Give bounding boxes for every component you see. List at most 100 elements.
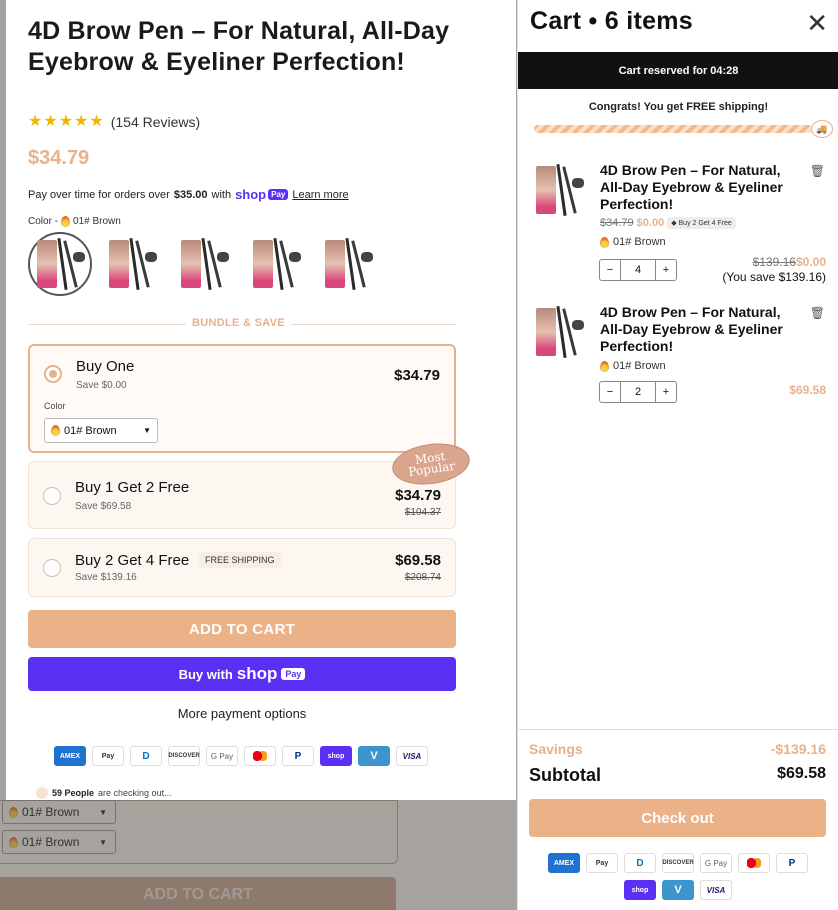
free-shipping-progress: [534, 125, 812, 133]
offer-color-value: 01# Brown: [64, 424, 117, 437]
venmo-icon: V: [662, 880, 694, 900]
offer-radio[interactable]: [43, 559, 61, 577]
installments-with: with: [211, 188, 232, 201]
payment-icons: AMEX Pay D DISCOVER G Pay P: [548, 853, 808, 873]
cart-item-title[interactable]: 4D Brow Pen – For Natural, All-Day Eyebr…: [600, 162, 800, 213]
increase-button[interactable]: +: [656, 264, 676, 276]
cart-item-variant-label: 01# Brown: [613, 360, 666, 372]
mastercard-icon: [738, 853, 770, 873]
payment-icons: shop V VISA: [624, 880, 732, 900]
subtotal-value: $69.58: [777, 765, 826, 782]
offer-save: Save $139.16: [75, 572, 137, 583]
flame-icon: [600, 236, 609, 248]
flame-icon: [600, 360, 609, 372]
learn-more-link[interactable]: Learn more: [292, 189, 348, 201]
product-image: [107, 236, 157, 292]
venmo-icon: V: [358, 746, 390, 766]
product-image: [323, 236, 373, 292]
thumbnail-4[interactable]: [244, 232, 308, 296]
quantity-stepper: − 4 +: [599, 259, 677, 281]
close-icon[interactable]: ✕: [806, 10, 828, 36]
offer-price: $34.79: [394, 367, 440, 384]
offer-color-select[interactable]: 01# Brown ▼: [44, 418, 158, 443]
truck-icon: 🚚: [811, 120, 833, 138]
offer-original-price: $104.37: [404, 507, 441, 518]
add-to-cart-button[interactable]: ADD TO CART: [28, 610, 456, 648]
paypal-icon: P: [776, 853, 808, 873]
star-icon: ★: [58, 113, 74, 130]
checking-count: 59 People: [52, 788, 95, 798]
quantity-value[interactable]: 2: [620, 382, 656, 402]
visa-icon: VISA: [396, 746, 428, 766]
cart-drawer: Cart • 6 items ✕ Cart reserved for 04:28…: [517, 0, 838, 910]
cart-item: 4D Brow Pen – For Natural, All-Day Eyebr…: [518, 162, 838, 287]
product-modal: 4D Brow Pen – For Natural, All-Day Eyebr…: [6, 0, 516, 800]
thumbnail-2[interactable]: [100, 232, 164, 296]
rating: ★ ★ ★ ★ ★ (154 Reviews): [28, 113, 200, 131]
subtotal-label: Subtotal: [529, 765, 601, 785]
cart-item-original-price: $34.79: [600, 217, 634, 229]
bundle-label: BUNDLE & SAVE: [186, 317, 291, 329]
shop-pay-icon: shop: [624, 880, 656, 900]
discover-icon: DISCOVER: [662, 853, 694, 873]
caret-down-icon: ▼: [143, 426, 151, 435]
people-icon: [36, 787, 48, 799]
amex-icon: AMEX: [548, 853, 580, 873]
offer-buy-one[interactable]: Buy One Save $0.00 $34.79 Color 01# Brow…: [28, 344, 456, 453]
shop-pay-logo-pay: Pay: [268, 189, 289, 200]
cart-item-line-total: $139.16$0.00: [753, 255, 826, 269]
diners-icon: D: [624, 853, 656, 873]
shop-pay-logo-text: shop: [235, 187, 267, 202]
buy-with-shop-pay-button[interactable]: Buy with shop Pay: [28, 657, 456, 691]
quantity-value[interactable]: 4: [620, 260, 656, 280]
increase-button[interactable]: +: [656, 386, 676, 398]
thumbnail-3[interactable]: [172, 232, 236, 296]
savings-row: Savings -$139.16: [529, 741, 826, 757]
line-total: $0.00: [795, 255, 826, 269]
decrease-button[interactable]: −: [600, 264, 620, 276]
color-value: 01# Brown: [73, 216, 121, 227]
offer-radio[interactable]: [44, 365, 62, 383]
visa-icon: VISA: [700, 880, 732, 900]
cart-item-image[interactable]: [534, 304, 590, 364]
line-original-total: $139.16: [752, 255, 796, 269]
offer-price: $69.58: [395, 552, 441, 569]
offer-name: Buy 2 Get 4 Free: [75, 552, 190, 569]
shop-logo: shop: [236, 664, 278, 683]
quantity-stepper: − 2 +: [599, 381, 677, 403]
savings-value: -$139.16: [770, 741, 826, 757]
payment-icons: AMEX Pay D DISCOVER G Pay Pshop V VISA: [54, 746, 428, 766]
amex-icon: AMEX: [54, 746, 86, 766]
line-savings: (You save $139.16): [722, 270, 826, 284]
trash-icon[interactable]: 🗑: [810, 306, 825, 320]
cart-item-image[interactable]: [534, 162, 590, 222]
trash-icon[interactable]: 🗑: [810, 164, 825, 178]
star-icon: ★: [74, 113, 89, 130]
cart-item-title[interactable]: 4D Brow Pen – For Natural, All-Day Eyebr…: [600, 304, 800, 355]
image-thumbnails: [28, 232, 380, 296]
cart-item-variant: 01# Brown: [600, 236, 666, 248]
cart-item-variant-label: 01# Brown: [613, 236, 666, 248]
savings-label: Savings: [529, 741, 583, 757]
line-total: $69.58: [789, 383, 826, 397]
cart-item-discount-tag: ◆ Buy 2 Get 4 Free: [667, 217, 736, 229]
thumbnail-5[interactable]: [316, 232, 380, 296]
thumbnail-1[interactable]: [28, 232, 92, 296]
installments-amount: $35.00: [173, 188, 208, 201]
discover-icon: DISCOVER: [168, 746, 200, 766]
offer-buy-2-get-4[interactable]: Buy 2 Get 4 Free FREE SHIPPING Save $139…: [28, 538, 456, 597]
star-icon: ★: [43, 113, 58, 130]
decrease-button[interactable]: −: [600, 386, 620, 398]
more-payment-options-link[interactable]: More payment options: [28, 706, 456, 721]
review-count[interactable]: (154 Reviews): [111, 114, 200, 130]
cart-footer: Savings -$139.16 Subtotal $69.58 Check o…: [518, 729, 838, 910]
buy-with-text: Buy with: [178, 666, 233, 682]
checkout-button[interactable]: Check out: [529, 799, 826, 837]
product-image: [179, 236, 229, 292]
installments-note: Pay over time for orders over $35.00 wit…: [28, 187, 349, 202]
checking-out-notice: 59 People are checking out...: [36, 787, 172, 799]
apple-pay-icon: Pay: [92, 746, 124, 766]
star-icon: ★: [89, 113, 104, 130]
offer-radio[interactable]: [43, 487, 61, 505]
free-shipping-message: Congrats! You get FREE shipping!: [588, 101, 769, 113]
